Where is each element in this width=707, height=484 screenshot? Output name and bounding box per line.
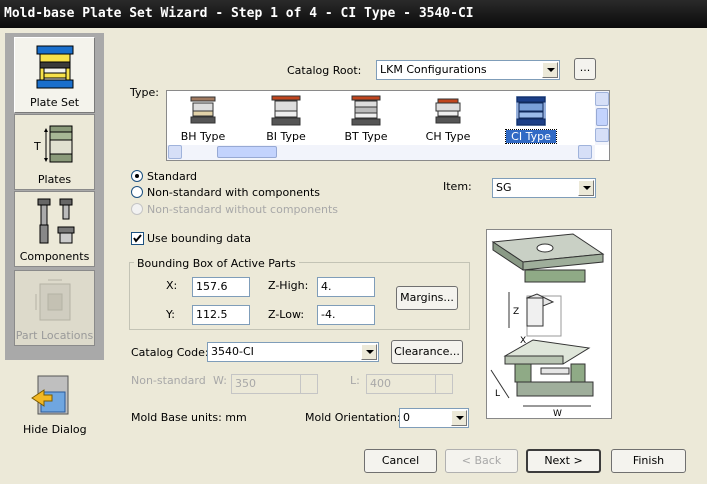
hide-dialog-label: Hide Dialog [23,423,87,436]
standard-radio[interactable] [131,170,143,182]
finish-button[interactable]: Finish [611,449,686,473]
mold-base-preview: Z X Y L W [486,229,612,419]
non-standard-w-field: 350 [231,374,318,394]
svg-text:T: T [34,140,41,153]
window-title: Mold-base Plate Set Wizard - Step 1 of 4… [0,0,707,28]
mold-base-diagram: Z X Y L W [490,233,605,419]
type-item-ci[interactable]: CI Type [500,93,562,145]
bt-type-icon [351,95,381,132]
type-item-bt[interactable]: BT Type [335,93,397,145]
mold-orientation-label: Mold Orientation: [305,411,401,424]
preview-w-label: W [553,409,562,418]
standard-radio-label: Standard [147,170,198,183]
type-list[interactable]: BH Type BI Type BT Type CH Type CI Type [166,90,610,161]
non-standard-label: Non-standard [131,374,206,387]
item-value: SG [496,181,512,194]
checkmark-icon [133,234,142,243]
cancel-button[interactable]: Cancel [364,449,437,473]
part-locations-icon [34,276,76,329]
l-spinner-icon [435,375,452,393]
nav-components[interactable]: Components [14,191,95,267]
bi-type-icon [271,95,301,132]
scroll-up-icon[interactable] [595,92,609,106]
scroll-left-icon[interactable] [168,145,182,159]
hide-dialog-icon [30,374,72,421]
bbox-y-field[interactable]: 112.5 [192,305,250,325]
scroll-right-icon[interactable] [578,145,592,159]
nav-plate-set[interactable]: Plate Set [14,37,95,113]
bbox-x-label: X: [166,279,178,292]
preview-z-label: Z [513,307,519,317]
type-list-vscrollbar[interactable] [595,91,609,145]
bh-type-icon [189,95,217,130]
type-item-ch[interactable]: CH Type [417,93,479,145]
type-item-label: CH Type [425,130,471,143]
non-standard-with-radio-label: Non-standard with components [147,186,320,199]
chevron-down-icon[interactable] [542,62,558,78]
catalog-code-label: Catalog Code: [131,346,209,359]
item-select[interactable]: SG [492,178,596,198]
catalog-code-value: 3540-CI [211,345,254,358]
type-item-bi[interactable]: BI Type [255,93,317,145]
preview-l-label: L [495,389,500,399]
non-standard-with-radio[interactable] [131,186,143,198]
catalog-root-label: Catalog Root: [287,64,362,77]
clearance-button[interactable]: Clearance... [391,340,463,364]
components-icon [30,197,80,252]
use-bounding-data-label: Use bounding data [147,232,251,245]
nav-plates[interactable]: T Plates [14,114,95,190]
catalog-code-select[interactable]: 3540-CI [207,342,379,362]
bbox-zlow-field[interactable]: -4. [317,305,375,325]
ch-type-icon [434,95,462,130]
chevron-down-icon[interactable] [451,410,467,426]
back-button: < Back [445,449,518,473]
mold-orientation-select[interactable]: 0 [399,408,469,428]
item-label: Item: [443,180,472,193]
catalog-root-select[interactable]: LKM Configurations [376,60,560,80]
chevron-down-icon[interactable] [361,344,377,360]
type-label: Type: [130,86,159,99]
hide-dialog-button[interactable]: Hide Dialog [19,370,87,438]
bbox-y-label: Y: [166,308,175,321]
type-item-label: BT Type [344,130,388,143]
bbox-x-field[interactable]: 157.6 [192,277,250,297]
chevron-down-icon[interactable] [578,180,594,196]
nav-plates-label: Plates [37,173,72,186]
catalog-root-browse-button[interactable]: ... [574,58,596,80]
bbox-zhigh-label: Z-High: [268,279,309,292]
scroll-down-icon[interactable] [595,128,609,142]
nav-part-locations: Part Locations [14,270,95,346]
non-standard-l-value: 400 [370,377,391,390]
type-list-hscrollbar[interactable] [167,145,595,160]
non-standard-w-label: W: [213,374,227,387]
bbox-zlow-label: Z-Low: [268,308,305,321]
ci-type-icon [515,95,547,132]
bbox-zhigh-field[interactable]: 4. [317,277,375,297]
wizard-step-panel: Plate Set T Plates Components Part Locat… [5,33,104,360]
nav-part-locations-label: Part Locations [15,329,94,342]
margins-button[interactable]: Margins... [396,286,458,310]
type-item-bh[interactable]: BH Type [172,93,234,145]
type-list-vscroll-thumb[interactable] [596,108,608,126]
non-standard-l-field: 400 [366,374,453,394]
type-list-hscroll-thumb[interactable] [217,146,277,158]
plate-set-icon [34,43,76,98]
non-standard-without-radio-label: Non-standard without components [147,203,338,216]
type-item-label: BH Type [180,130,226,143]
w-spinner-icon [300,375,317,393]
non-standard-w-value: 350 [235,377,256,390]
type-item-label: BI Type [266,130,306,143]
next-button[interactable]: Next > [526,449,601,473]
bounding-box-title: Bounding Box of Active Parts [134,257,299,270]
mold-orientation-value: 0 [403,411,410,424]
non-standard-without-radio [131,203,143,215]
use-bounding-data-checkbox[interactable] [131,232,144,245]
non-standard-l-label: L: [350,374,360,387]
nav-components-label: Components [19,250,90,263]
plates-icon: T [33,120,76,171]
mold-base-units: Mold Base units: mm [131,411,247,424]
type-item-label: CI Type [505,129,557,144]
nav-plate-set-label: Plate Set [29,96,80,109]
catalog-root-value: LKM Configurations [380,63,487,76]
